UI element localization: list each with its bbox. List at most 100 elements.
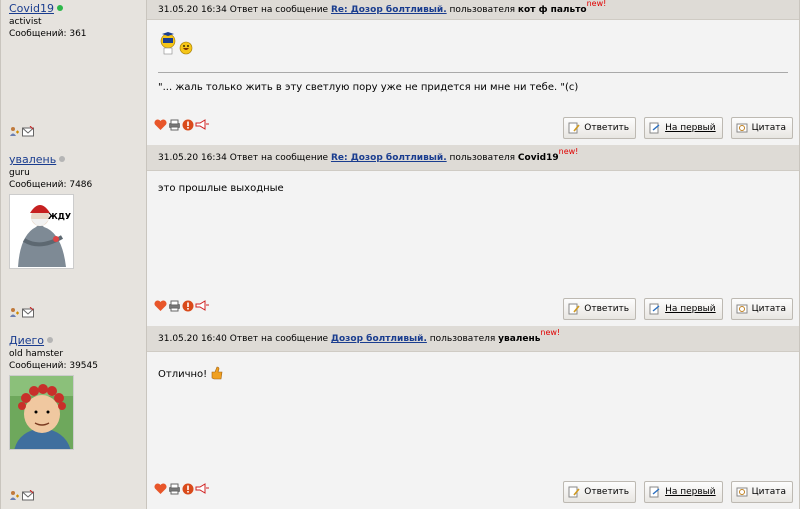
new-badge: new!	[540, 328, 561, 337]
topic-link[interactable]: Re: Дозор болтливый.	[331, 5, 447, 15]
author-message-count: Сообщений: 7486	[9, 180, 93, 190]
add-friend-icon[interactable]	[9, 307, 20, 318]
post-text: Отлично!	[158, 369, 208, 380]
quote-button[interactable]: Цитата	[730, 117, 793, 139]
to-first-label: На первый	[665, 487, 716, 497]
author-message-count: Сообщений: 361	[9, 29, 87, 39]
author-rank: old hamster	[9, 349, 64, 359]
private-message-icon[interactable]	[22, 489, 34, 501]
reply-button[interactable]: Ответить	[563, 117, 637, 139]
post-actions	[154, 300, 210, 315]
new-badge: new!	[558, 147, 579, 156]
quote-label: Цитата	[751, 304, 786, 314]
author-message-count: Сообщений: 39545	[9, 361, 98, 371]
reply-label: Ответить	[584, 487, 630, 497]
author-name-link[interactable]: Диего	[9, 334, 44, 347]
thumbs-up-icon	[210, 366, 223, 383]
add-friend-icon[interactable]	[9, 126, 20, 137]
quote-label: Цитата	[751, 123, 786, 133]
like-heart-icon[interactable]	[154, 483, 167, 498]
report-icon[interactable]	[195, 483, 210, 498]
avatar	[9, 375, 74, 450]
reply-prefix: Ответ на сообщение	[229, 5, 329, 15]
post-content: 31.05.20 16:34 Ответ на сообщение Re: До…	[147, 0, 800, 145]
author-name-link[interactable]: увалень	[9, 153, 56, 166]
post-content: 31.05.20 16:34 Ответ на сообщение Re: До…	[147, 145, 800, 326]
reply-button[interactable]: Ответить	[563, 298, 637, 320]
reply-label: Ответить	[584, 304, 630, 314]
quote-icon	[736, 303, 748, 315]
author-rank: activist	[9, 17, 42, 27]
add-friend-icon[interactable]	[9, 490, 20, 501]
quote-button[interactable]: Цитата	[730, 481, 793, 503]
author-panel: увалень guru Сообщений: 7486 ЖДУ НГ...	[0, 145, 147, 326]
private-message-icon[interactable]	[22, 125, 34, 137]
reply-button[interactable]: Ответить	[563, 481, 637, 503]
new-badge: new!	[586, 0, 607, 8]
author-actions	[9, 125, 34, 137]
post-header: 31.05.20 16:40 Ответ на сообщение Дозор …	[147, 326, 799, 352]
post-actions	[154, 119, 210, 134]
to-first-icon	[649, 122, 661, 134]
like-heart-icon[interactable]	[154, 119, 167, 134]
to-first-icon	[649, 486, 661, 498]
post-buttons: Ответить На первый Цитата	[563, 117, 793, 139]
topic-link[interactable]: Re: Дозор болтливый.	[331, 153, 447, 163]
offline-status-icon	[59, 156, 66, 162]
post-date: 31.05.20 16:40	[158, 334, 227, 344]
quote-icon	[736, 122, 748, 134]
post-buttons: Ответить На первый Цитата	[563, 298, 793, 320]
report-icon[interactable]	[195, 300, 210, 315]
avatar-caption: ЖДУ НГ...	[48, 212, 74, 221]
warning-icon[interactable]	[182, 119, 194, 134]
reply-to-user: Covid19	[517, 153, 559, 163]
post-buttons: Ответить На первый Цитата	[563, 481, 793, 503]
author-rank: guru	[9, 168, 30, 178]
to-first-button[interactable]: На первый	[644, 117, 723, 139]
reply-prefix: Ответ на сообщение	[229, 334, 329, 344]
quote-button[interactable]: Цитата	[730, 298, 793, 320]
quote-divider	[158, 72, 788, 73]
to-first-button[interactable]: На первый	[644, 481, 723, 503]
author-actions	[9, 489, 34, 501]
avatar: ЖДУ НГ...	[9, 194, 74, 269]
author-panel: Covid19 activist Сообщений: 361	[0, 0, 147, 145]
user-prefix: пользователя	[429, 334, 496, 344]
author-panel: Диего old hamster Сообщений: 39545	[0, 326, 147, 509]
reply-icon	[568, 486, 580, 498]
to-first-button[interactable]: На первый	[644, 298, 723, 320]
reply-label: Ответить	[584, 123, 630, 133]
print-icon[interactable]	[168, 483, 181, 498]
author-name-link[interactable]: Covid19	[9, 2, 54, 15]
topic-link[interactable]: Дозор болтливый.	[331, 334, 427, 344]
reply-icon	[568, 303, 580, 315]
user-prefix: пользователя	[449, 5, 516, 15]
print-icon[interactable]	[168, 300, 181, 315]
post: увалень guru Сообщений: 7486 ЖДУ НГ...	[0, 145, 800, 326]
smiley-icon	[160, 32, 193, 55]
print-icon[interactable]	[168, 119, 181, 134]
to-first-icon	[649, 303, 661, 315]
post: Covid19 activist Сообщений: 361 31.05.20…	[0, 0, 800, 145]
post-date: 31.05.20 16:34	[158, 5, 227, 15]
post-actions	[154, 483, 210, 498]
private-message-icon[interactable]	[22, 306, 34, 318]
smileys	[147, 20, 799, 59]
user-prefix: пользователя	[449, 153, 516, 163]
post-text: это прошлые выходные	[158, 183, 284, 194]
post: Диего old hamster Сообщений: 39545 31.05…	[0, 326, 800, 509]
reply-to-user: увалень	[498, 334, 541, 344]
post-header: 31.05.20 16:34 Ответ на сообщение Re: До…	[147, 145, 799, 171]
to-first-label: На первый	[665, 304, 716, 314]
report-icon[interactable]	[195, 119, 210, 134]
quote-label: Цитата	[751, 487, 786, 497]
reply-to-user: кот ф пальто	[517, 5, 587, 15]
author-actions	[9, 306, 34, 318]
post-header: 31.05.20 16:34 Ответ на сообщение Re: До…	[147, 0, 799, 20]
warning-icon[interactable]	[182, 300, 194, 315]
quote-text: "... жаль только жить в эту светлую пору…	[158, 82, 579, 93]
like-heart-icon[interactable]	[154, 300, 167, 315]
reply-prefix: Ответ на сообщение	[229, 153, 329, 163]
post-content: 31.05.20 16:40 Ответ на сообщение Дозор …	[147, 326, 800, 509]
warning-icon[interactable]	[182, 483, 194, 498]
